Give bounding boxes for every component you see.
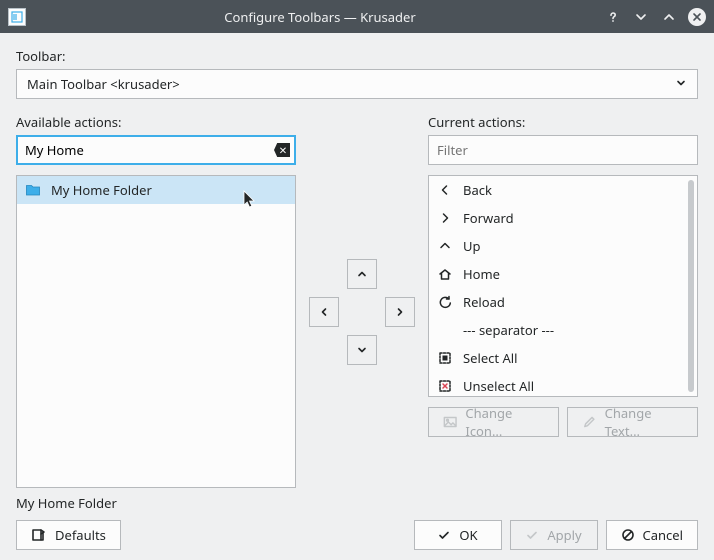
cancel-button[interactable]: Cancel <box>606 520 698 550</box>
list-item[interactable]: Home <box>429 260 697 288</box>
chevron-down-icon <box>675 75 687 93</box>
move-buttons <box>304 107 420 488</box>
available-label: Available actions: <box>16 113 296 131</box>
list-item-label: Home <box>463 265 500 283</box>
reload-icon <box>437 294 453 310</box>
unselect-all-icon <box>437 378 453 394</box>
change-icon-label: Change Icon... <box>465 404 544 440</box>
apply-label: Apply <box>547 526 581 544</box>
status-text: My Home Folder <box>16 494 698 512</box>
toolbar-select[interactable]: Main Toolbar <krusader> <box>16 69 698 99</box>
list-item[interactable]: Select All <box>429 344 697 372</box>
change-icon-button[interactable]: Change Icon... <box>428 407 559 437</box>
defaults-label: Defaults <box>55 526 106 544</box>
cancel-label: Cancel <box>643 526 683 544</box>
help-button[interactable] <box>604 8 622 26</box>
chev-right-icon <box>437 210 453 226</box>
home-icon <box>437 266 453 282</box>
window-title: Configure Toolbars — Krusader <box>36 8 604 26</box>
scrollbar[interactable] <box>688 180 694 392</box>
list-item[interactable]: Reload <box>429 288 697 316</box>
current-list[interactable]: Back Forward Up Home Reload --- separator ---… <box>428 175 698 397</box>
remove-button[interactable] <box>309 297 339 327</box>
change-text-label: Change Text... <box>605 404 683 440</box>
current-filter-input[interactable] <box>428 135 698 165</box>
list-item-label: --- separator --- <box>463 321 554 339</box>
current-label: Current actions: <box>428 113 698 131</box>
defaults-button[interactable]: Defaults <box>16 520 121 550</box>
list-item-label: Unselect All <box>463 377 534 395</box>
available-list[interactable]: My Home Folder <box>16 175 296 488</box>
close-button[interactable] <box>688 8 706 26</box>
ban-icon <box>621 528 635 542</box>
toolbar-label: Toolbar: <box>16 47 698 65</box>
app-icon <box>8 8 26 26</box>
list-item[interactable]: Back <box>429 176 697 204</box>
ok-label: OK <box>459 526 477 544</box>
check-icon <box>437 528 451 542</box>
select-all-icon <box>437 350 453 366</box>
change-text-button[interactable]: Change Text... <box>567 407 698 437</box>
add-button[interactable] <box>385 297 415 327</box>
window-controls <box>604 8 706 26</box>
minimize-button[interactable] <box>632 8 650 26</box>
maximize-button[interactable] <box>660 8 678 26</box>
move-down-button[interactable] <box>347 335 377 365</box>
check-icon <box>525 528 539 542</box>
list-item[interactable]: Forward <box>429 204 697 232</box>
chev-left-icon <box>437 182 453 198</box>
image-icon <box>443 414 457 430</box>
blank-icon <box>437 322 453 338</box>
chev-up-icon <box>437 238 453 254</box>
list-item-label: Back <box>463 181 492 199</box>
available-filter-input[interactable] <box>16 135 296 165</box>
folder-icon <box>25 182 41 198</box>
list-item[interactable]: --- separator --- <box>429 316 697 344</box>
apply-button[interactable]: Apply <box>510 520 598 550</box>
titlebar: Configure Toolbars — Krusader <box>0 0 714 33</box>
pencil-icon <box>582 414 597 430</box>
list-item-label: My Home Folder <box>51 181 152 199</box>
list-item-label: Select All <box>463 349 517 367</box>
ok-button[interactable]: OK <box>414 520 502 550</box>
list-item[interactable]: Unselect All <box>429 372 697 397</box>
list-item-label: Reload <box>463 293 505 311</box>
list-item-label: Forward <box>463 209 514 227</box>
list-item-label: Up <box>463 237 481 255</box>
toolbar-select-value: Main Toolbar <krusader> <box>27 75 180 93</box>
clear-filter-button[interactable] <box>274 143 290 157</box>
restore-icon <box>31 527 47 543</box>
move-up-button[interactable] <box>347 259 377 289</box>
list-item[interactable]: My Home Folder <box>17 176 295 204</box>
list-item[interactable]: Up <box>429 232 697 260</box>
